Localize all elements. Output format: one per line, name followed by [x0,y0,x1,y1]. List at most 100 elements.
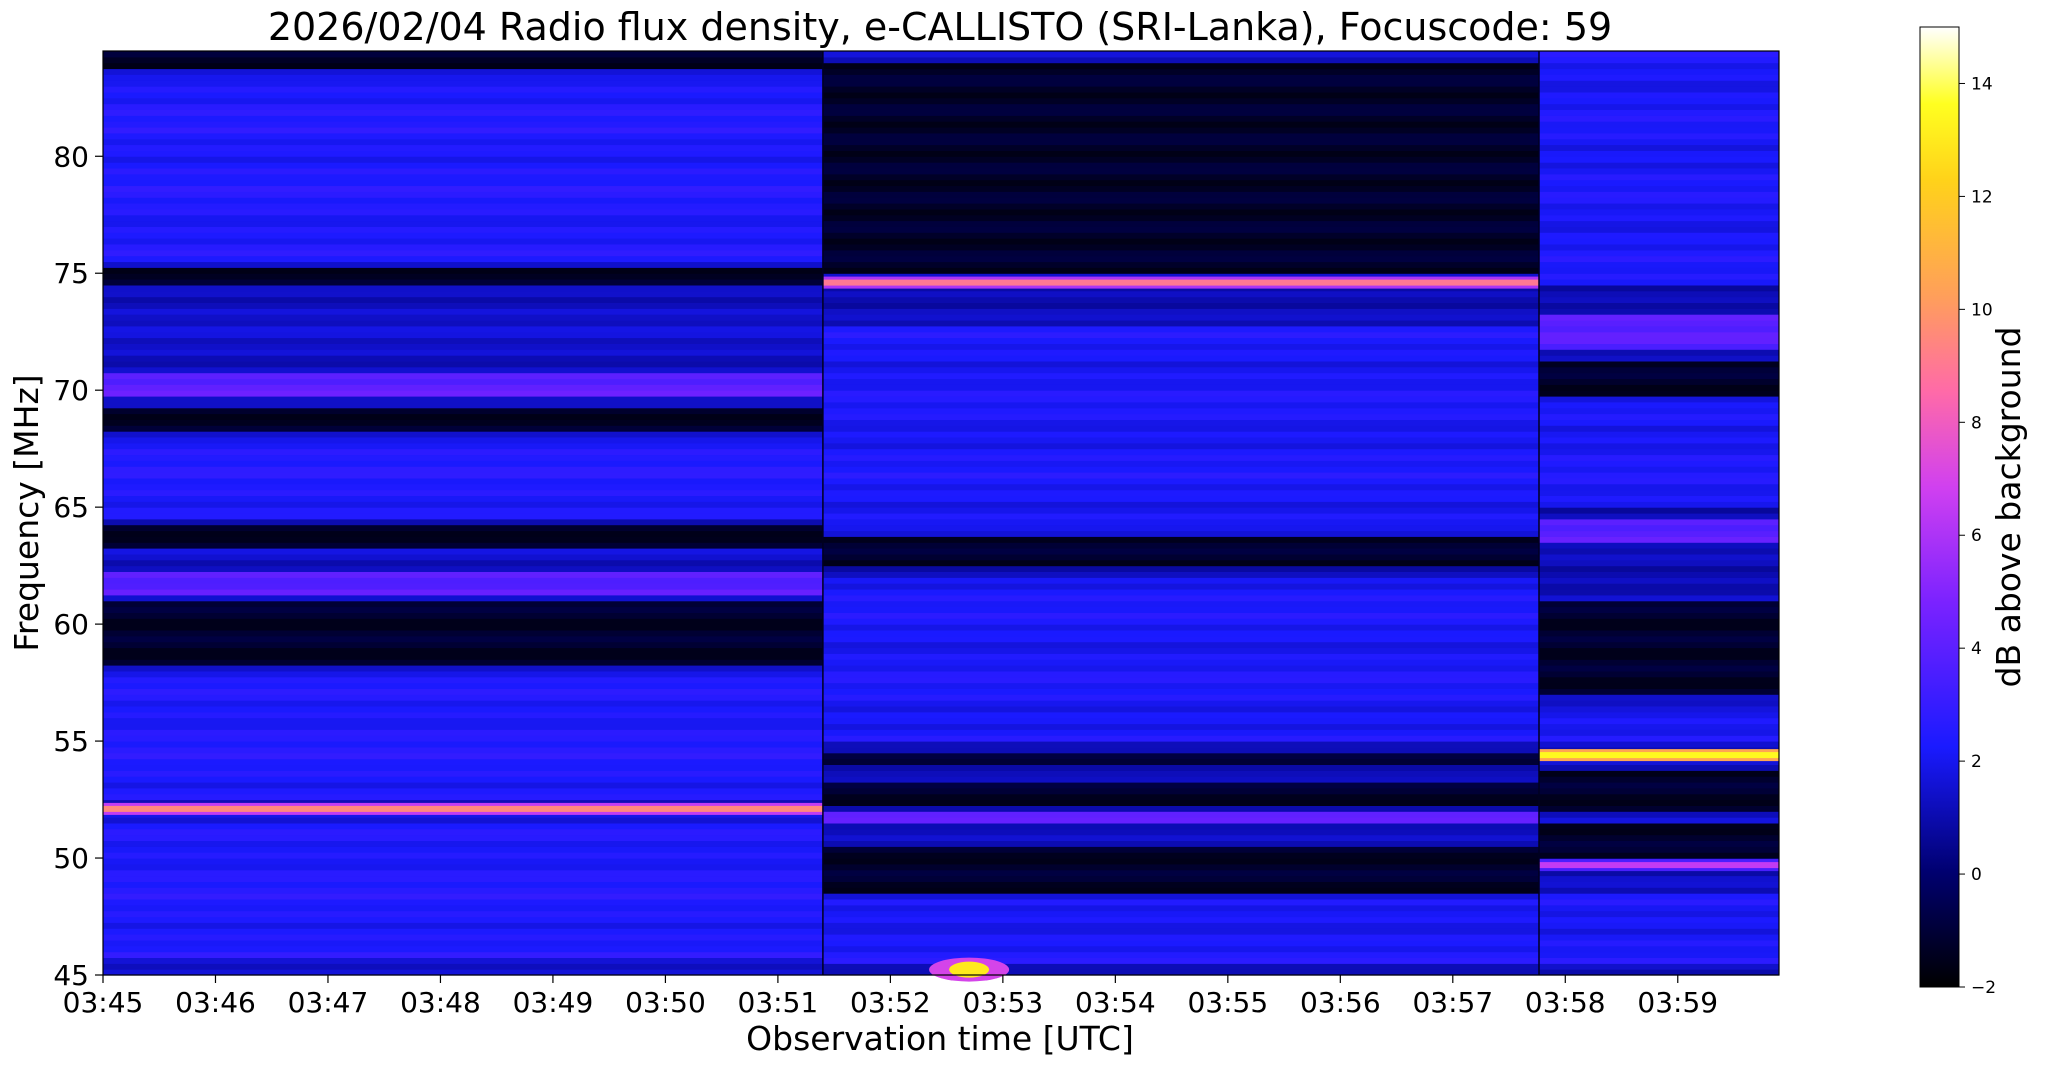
heatmap-band [1539,343,1779,350]
heatmap-band [1539,548,1779,555]
segment-1 [103,51,823,976]
heatmap-band [103,442,823,450]
heatmap-band [1539,80,1779,87]
heatmap-band [822,91,1539,99]
heatmap-band [103,168,823,175]
colorbar-label: dB above background [1989,327,2028,688]
heatmap-band [822,606,1539,613]
heatmap-band [822,688,1539,695]
heatmap-band [1539,203,1779,210]
heatmap-band [822,302,1539,309]
heatmap-band [1539,355,1779,362]
heatmap-band [103,916,823,923]
heatmap-band [103,741,823,748]
heatmap-band [822,267,1539,274]
heatmap-band [103,325,823,333]
heatmap-band [822,776,1539,783]
heatmap-band [103,822,823,830]
heatmap-band [103,951,823,958]
heatmap-band [103,203,823,210]
heatmap-band [822,553,1539,561]
heatmap-band [822,881,1539,888]
heatmap-band [822,460,1539,467]
heatmap-band [103,694,823,701]
heatmap-band [822,764,1539,771]
heatmap-band [822,103,1539,110]
heatmap-band [1539,559,1779,567]
heatmap-band [1539,922,1779,929]
heatmap-band [822,197,1539,204]
heatmap-band [822,817,1539,824]
heatmap-band [822,51,1539,58]
x-tick-label: 03:59 [1637,986,1718,1019]
heatmap-band [103,290,823,298]
heatmap-band [822,700,1539,707]
heatmap-band [103,530,823,537]
heatmap-band [1539,360,1779,368]
heatmap-band [1539,939,1779,947]
heatmap-band [103,945,823,953]
heatmap-band [822,384,1539,391]
heatmap-band [822,366,1539,374]
heatmap-band [822,320,1539,327]
heatmap-band [1539,764,1779,771]
x-tick-label: 03:53 [963,986,1044,1019]
heatmap-band [103,746,823,754]
heatmap-band [822,805,1539,812]
heatmap-band [1539,682,1779,689]
heatmap-band [1539,787,1779,795]
heatmap-band [1539,331,1779,339]
heatmap-band [1539,56,1779,64]
heatmap-band [103,214,823,222]
heatmap-band [822,875,1539,882]
heatmap-band [103,659,823,666]
heatmap-band [822,501,1539,508]
heatmap-band [1539,694,1779,701]
heatmap-band [822,390,1539,397]
heatmap-band [822,536,1539,543]
heatmap-band [822,314,1539,321]
heatmap-band [822,138,1539,146]
heatmap-band [1539,249,1779,257]
heatmap-band [103,869,823,877]
heatmap-band [103,261,823,268]
heatmap-band [822,916,1539,923]
heatmap-band [1539,817,1779,824]
heatmap-band [822,583,1539,590]
heatmap-band [822,647,1539,654]
heatmap-band [1539,191,1779,198]
heatmap-band [103,594,823,602]
heatmap-band [1539,928,1779,935]
heatmap-band [1539,770,1779,777]
heatmap-band [103,162,823,169]
heatmap-band [103,787,823,795]
heatmap-band [822,893,1539,900]
heatmap-band [1539,337,1779,344]
colorbar-gradient [1919,26,1960,988]
heatmap-band [103,51,823,58]
heatmap-band [1539,425,1779,432]
heatmap-band [822,630,1539,637]
heatmap-band [103,279,823,286]
spectrogram-figure: 2026/02/04 Radio flux density, e-CALLIST… [7,5,2028,1058]
heatmap-band [822,542,1539,549]
heatmap-band [822,910,1539,918]
heatmap-band [103,401,823,409]
heatmap-band [822,226,1539,233]
heatmap-band [1539,284,1779,292]
heatmap-band [1539,887,1779,894]
heatmap-band [822,62,1539,70]
x-tick-label: 03:56 [1300,986,1381,1019]
heatmap-band [103,881,823,888]
heatmap-band [1539,729,1779,736]
heatmap-band [1539,618,1779,625]
heatmap-band [103,372,823,379]
heatmap-band [822,741,1539,748]
heatmap-band [822,899,1539,906]
heatmap-band [822,127,1539,134]
heatmap-band [103,518,823,526]
heatmap-band [1539,641,1779,649]
heatmap-band [103,583,823,590]
heatmap-band [103,472,823,479]
heatmap-band [1539,630,1779,637]
